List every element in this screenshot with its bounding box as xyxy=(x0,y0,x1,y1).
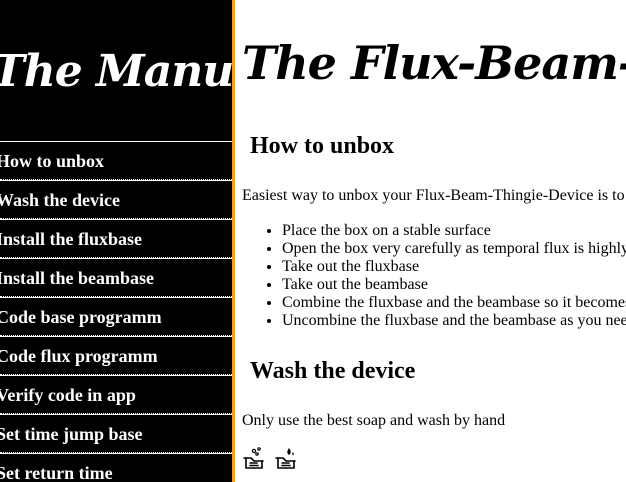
sidebar-item-set-time-jump-base[interactable]: Set time jump base xyxy=(0,414,232,453)
list-item: Combine the fluxbase and the beambase so… xyxy=(282,294,626,312)
sidebar-item-label: Set time jump base xyxy=(0,424,143,444)
section-heading-wash-the-device: Wash the device xyxy=(250,358,416,384)
hand-washing-icon xyxy=(243,447,264,469)
sidebar-item-label: How to unbox xyxy=(0,151,105,171)
sidebar-item-code-flux-programm[interactable]: Code flux programm xyxy=(0,336,232,375)
sidebar-item-label: Install the beambase xyxy=(0,268,155,288)
sidebar-title: The Manual xyxy=(0,46,234,97)
sidebar-item-label: Code base programm xyxy=(0,307,162,327)
sidebar-item-install-beambase[interactable]: Install the beambase xyxy=(0,258,232,297)
wash-intro-text: Only use the best soap and wash by hand xyxy=(242,412,506,429)
sidebar-item-verify-code-in-app[interactable]: Verify code in app xyxy=(0,375,232,414)
sidebar-item-label: Install the fluxbase xyxy=(0,229,143,249)
sidebar-item-label: Code flux programm xyxy=(0,346,158,366)
section-heading-how-to-unbox: How to unbox xyxy=(250,133,395,159)
list-item: Open the box very carefully as temporal … xyxy=(282,240,626,258)
sidebar-item-label: Verify code in app xyxy=(0,385,136,405)
list-item: Uncombine the fluxbase and the beambase … xyxy=(282,312,626,330)
wash-icons xyxy=(242,446,302,470)
sidebar-item-label: Set return time xyxy=(0,463,113,482)
sidebar-item-how-to-unbox[interactable]: How to unbox xyxy=(0,141,232,180)
sidebar-item-install-fluxbase[interactable]: Install the fluxbase xyxy=(0,219,232,258)
page-title: The Flux-Beam-Thingie-Device xyxy=(242,36,626,90)
list-item: Take out the beambase xyxy=(282,276,626,294)
soap-bubbles-icon xyxy=(275,448,296,469)
sidebar-item-wash-the-device[interactable]: Wash the device xyxy=(0,180,232,219)
main-content: The Flux-Beam-Thingie-Device How to unbo… xyxy=(235,0,626,482)
sidebar-nav: How to unbox Wash the device Install the… xyxy=(0,141,232,482)
list-item: Place the box on a stable surface xyxy=(282,222,626,240)
list-item: Take out the fluxbase xyxy=(282,258,626,276)
unbox-steps-list: Place the box on a stable surface Open t… xyxy=(242,222,626,330)
sidebar-item-code-base-programm[interactable]: Code base programm xyxy=(0,297,232,336)
manual-page: The Manual How to unbox Wash the device … xyxy=(0,0,626,482)
unbox-intro-text: Easiest way to unbox your Flux-Beam-Thin… xyxy=(242,187,625,204)
sidebar: The Manual How to unbox Wash the device … xyxy=(0,0,235,482)
sidebar-item-label: Wash the device xyxy=(0,190,120,210)
sidebar-item-set-return-time[interactable]: Set return time xyxy=(0,453,232,482)
